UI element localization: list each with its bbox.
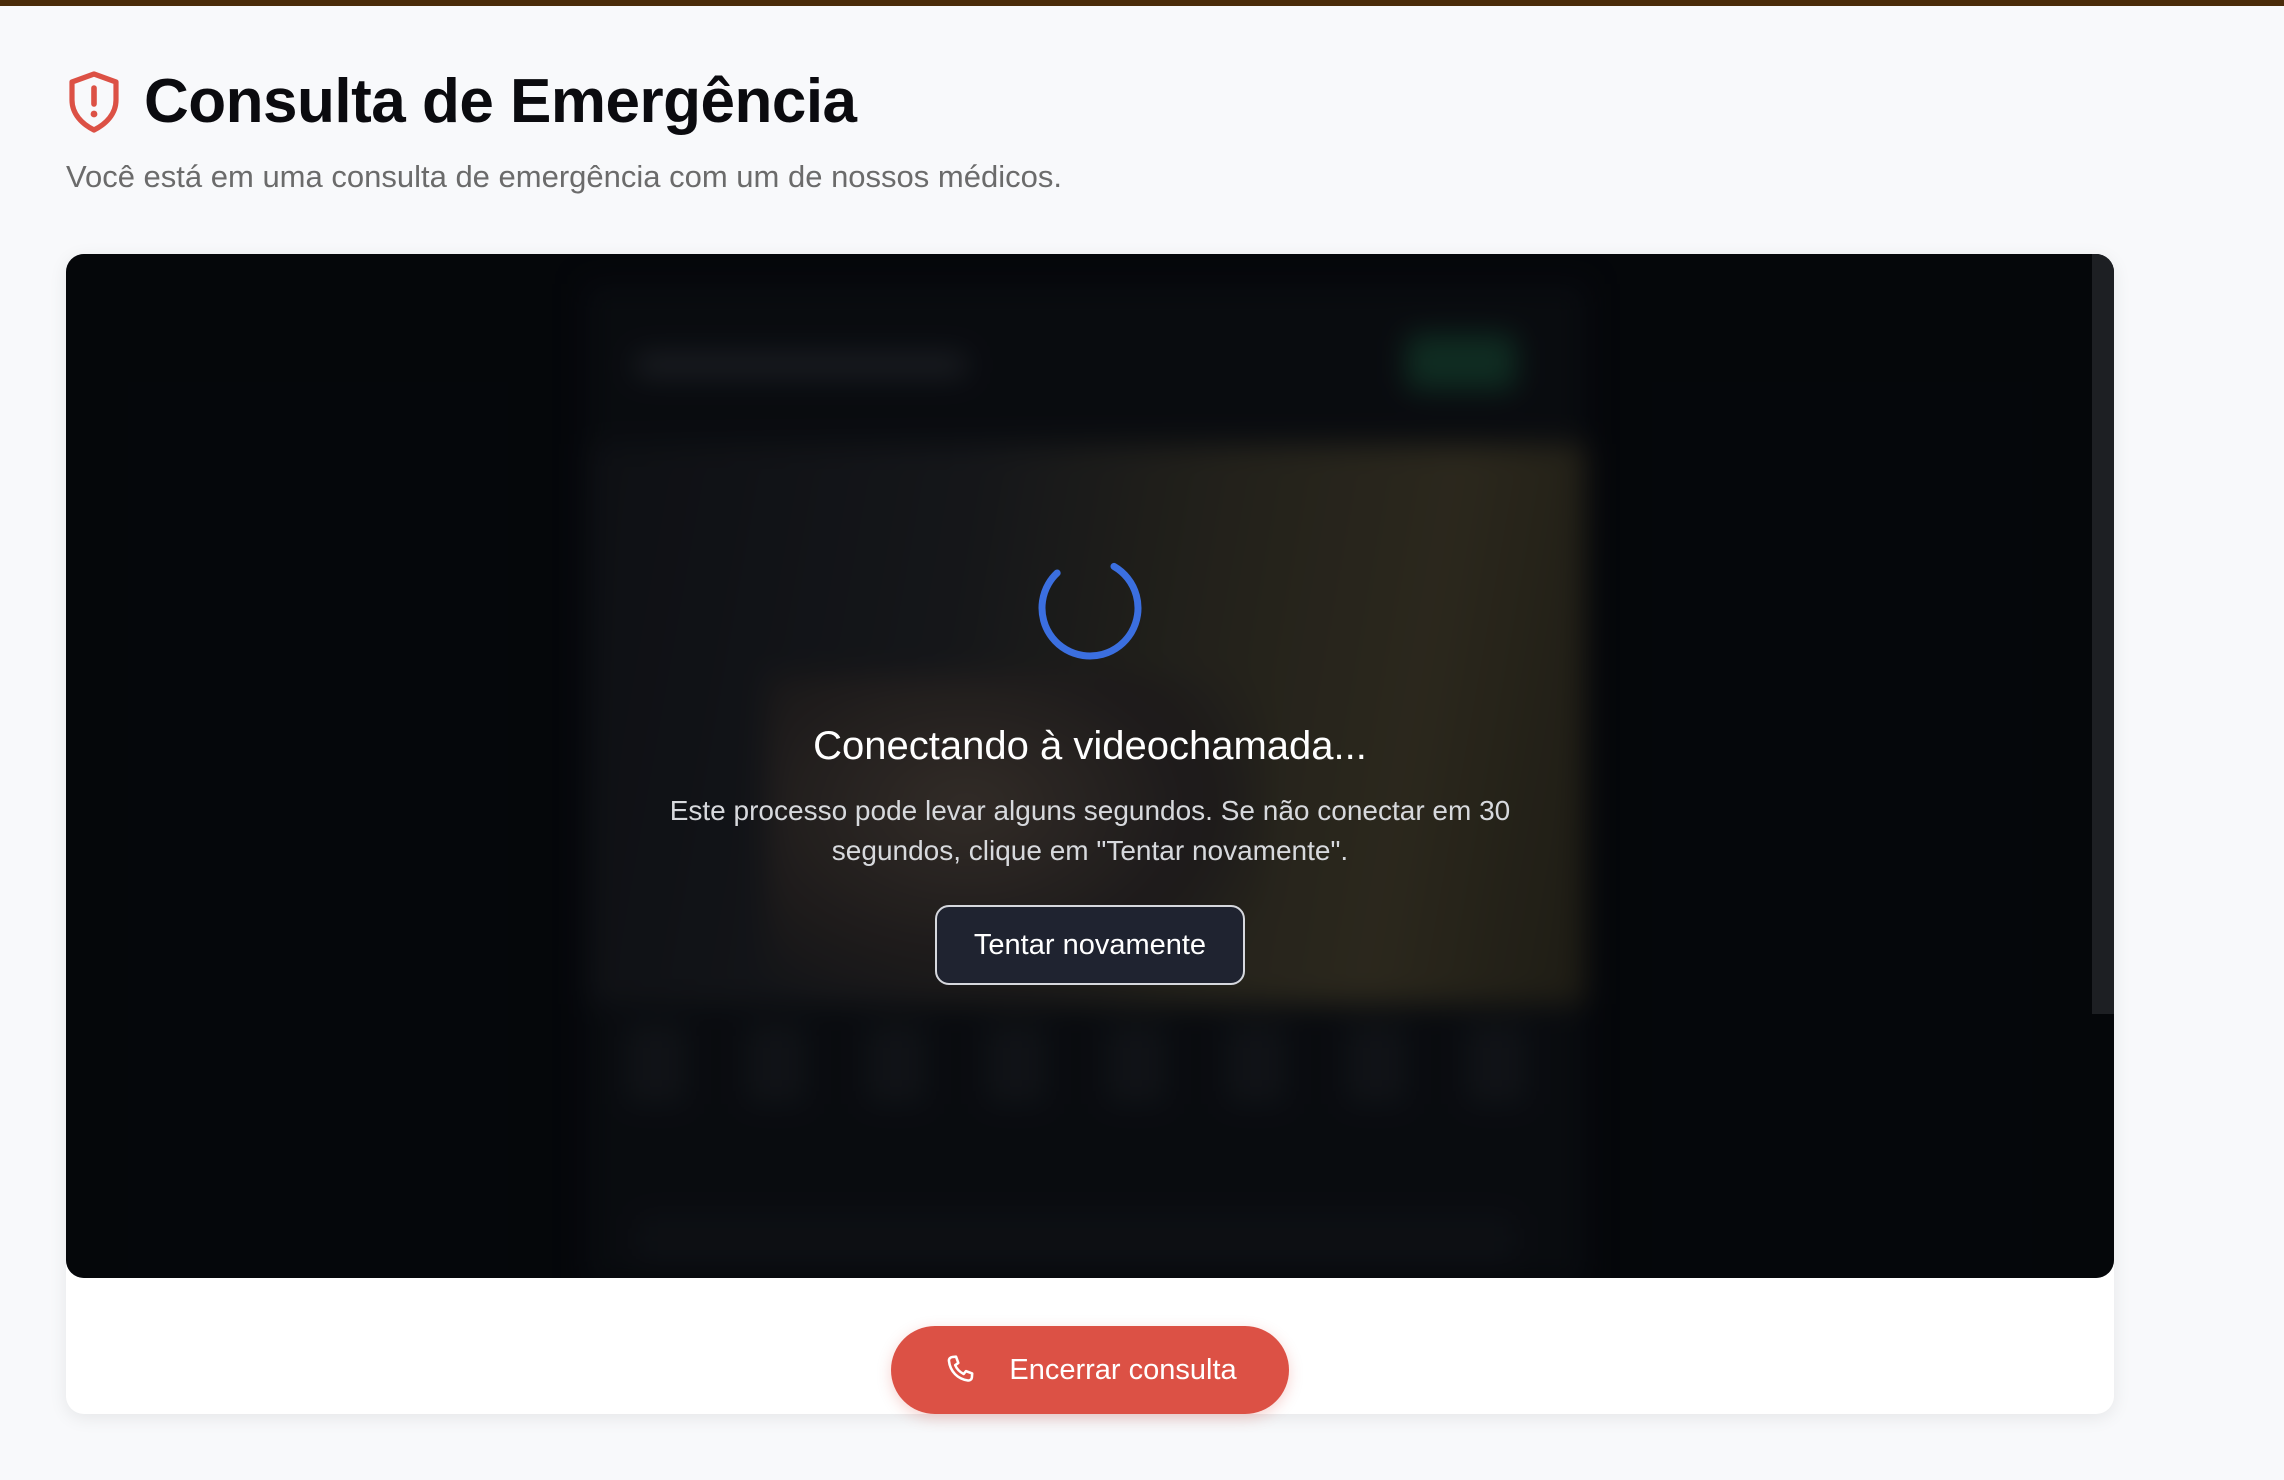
page-title: Consulta de Emergência	[144, 67, 857, 136]
end-consultation-label: Encerrar consulta	[1009, 1353, 1237, 1386]
phone-icon	[948, 1355, 974, 1382]
video-call-area: Conectando à videochamada... Este proces…	[66, 254, 2114, 1278]
spinner-icon	[1038, 556, 1142, 660]
top-border	[0, 0, 2284, 6]
page-subtitle: Você está em uma consulta de emergência …	[66, 159, 1062, 194]
retry-button[interactable]: Tentar novamente	[935, 905, 1245, 985]
end-consultation-button[interactable]: Encerrar consulta	[891, 1326, 1289, 1414]
page-header: Consulta de Emergência Você está em uma …	[66, 66, 1062, 195]
title-row: Consulta de Emergência	[66, 66, 1062, 137]
shield-alert-icon	[69, 70, 119, 133]
connection-status-description: Este processo pode levar alguns segundos…	[669, 795, 1511, 866]
connection-status-title: Conectando à videochamada...	[813, 724, 1367, 768]
connection-status: Conectando à videochamada... Este proces…	[66, 254, 2114, 1278]
